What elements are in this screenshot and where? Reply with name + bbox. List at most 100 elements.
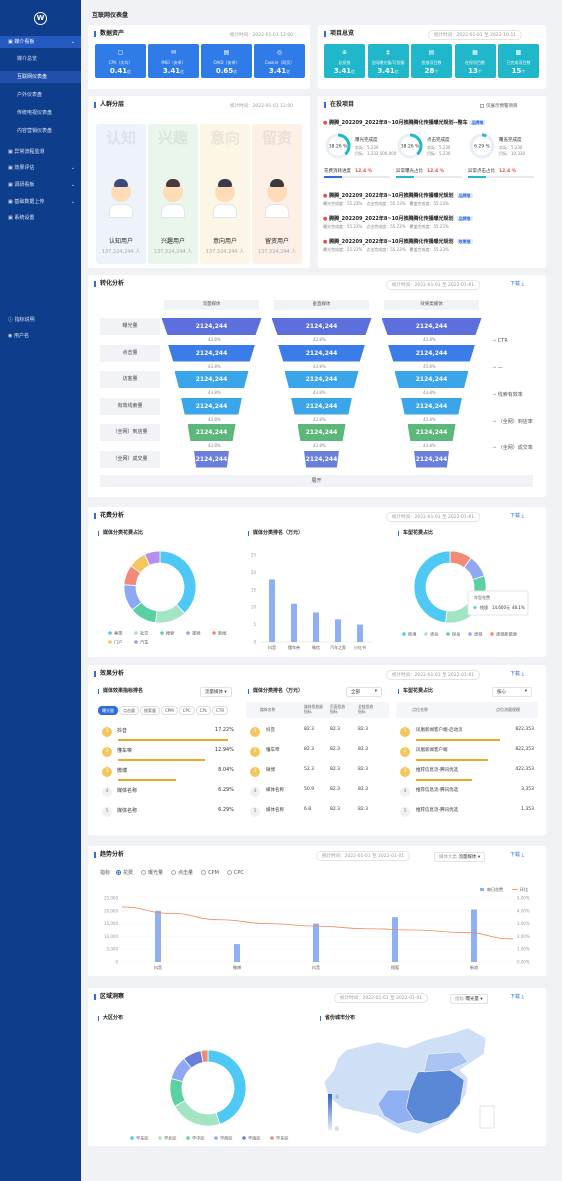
table-row[interactable]: 5 推荐信息流-腾讯优选 1,353 [400,807,534,817]
region-date[interactable]: 统计时间：2022-01-01 至 2022-01-01 [334,993,429,1003]
crowd-group-card[interactable]: 留资 留资用户 137,324,244 人 [252,124,302,264]
sidebar-item-3[interactable]: 户外仪表盘 [0,89,81,101]
tab-metric[interactable]: 搜索量 [140,706,160,715]
project-kpi[interactable]: ⊕ 总投放 3.41亿 [324,44,365,78]
bar[interactable] [357,624,363,642]
table-row[interactable]: 2 凤凰新闻客户端 822,353 [400,747,534,761]
sidebar-item-8[interactable]: ▣ 调研看板 ⌄ [0,179,81,191]
tab-metric[interactable]: CPC [178,706,195,715]
funnel-segment[interactable]: 2124,244 [401,397,462,415]
funnel-segment[interactable]: 2124,244 [181,397,242,415]
sidebar-item-4[interactable]: 传统电视仪表盘 [0,107,81,119]
tab-metric[interactable]: CTR [212,706,229,715]
table-row[interactable]: 1 凤凰新闻客户端-启动页 822,353 [400,727,534,741]
effect-download[interactable]: 下载 ⤓ [510,670,524,677]
spend-pie1-slice[interactable] [159,550,197,614]
table-row[interactable]: 1 抖音 82.3 82.3 82.3 [250,727,382,737]
sidebar-item-5[interactable]: 内容营销仪表盘 [0,125,81,137]
crowd-group-card[interactable]: 意向 意向用户 137,324,244 人 [200,124,250,264]
sidebar-item-1[interactable]: 媒介总览 [0,53,81,65]
sidebar-user[interactable]: ◉ 用户名 [0,330,81,342]
funnel-download[interactable]: 下载 ⤓ [510,280,524,287]
active-project-item[interactable]: ● 腾腾_202209_2022年8~10月推腾腾化传播曝光规划 效果推 曝光完成度… [323,238,541,253]
project-kpi[interactable]: ▦ 在投项目数 13个 [454,44,496,78]
table-row[interactable]: 2 懂车帝 82.3 82.3 82.3 [250,747,382,757]
funnel-segment[interactable]: 2124,244 [394,371,469,388]
region-download[interactable]: 下载 ⤓ [510,993,524,1000]
asset-kpi[interactable]: ◎ Cookie（网页） 3.41亿 [254,44,305,78]
funnel-segment[interactable]: 2124,244 [414,450,449,468]
vw-logo[interactable]: W [34,12,47,25]
sidebar-item-10[interactable]: ▣ 系统设置 [0,212,81,224]
effect-date[interactable]: 统计时间：2022-01-01 至 2022-01-01 [386,670,481,680]
funnel-segment[interactable]: 2124,244 [381,318,482,335]
table-row[interactable]: 1 抖音 17.22% [102,727,234,741]
bar[interactable] [291,603,297,642]
funnel-segment[interactable]: 2124,244 [297,424,346,441]
bar[interactable] [269,579,275,642]
table-row[interactable]: 3 微博 52.3 82.3 82.3 [250,767,382,777]
sidebar-item-2[interactable]: 互联网仪表盘 [0,71,81,83]
tab-metric[interactable]: 曝光量 [98,706,118,715]
bar[interactable] [471,909,477,962]
sidebar-item-9[interactable]: ▣ 基础数据上传 ⌄ [0,196,81,208]
sidebar-item-7[interactable]: ▣ 效果评估 ⌄ [0,162,81,174]
bar[interactable] [234,944,240,962]
bar[interactable] [313,923,319,962]
warn-checkbox[interactable]: 仅展示预警项目 [480,103,518,109]
funnel-segment[interactable]: 2124,244 [304,450,339,468]
table-row[interactable]: 5 媒体名称 6.29% [102,807,234,817]
project-kpi[interactable]: ⧗ 全网曝光量/可视量 3.41亿 [367,44,409,78]
funnel-expand[interactable]: 展开 [100,475,533,487]
project-kpi[interactable]: ▤ 投放项目数 28个 [411,44,452,78]
funnel-segment[interactable]: 2124,244 [174,371,249,388]
tab-metric[interactable]: CPM [161,706,178,715]
trend-date[interactable]: 统计时间：2022-01-01 至 2022-01-01 [316,851,411,861]
asset-kpi[interactable]: ▢ CPA（次均） 0.41亿 [95,44,146,78]
effect-c-select[interactable]: 核心 ▾ [492,687,532,697]
table-row[interactable]: 3 微博 8.04% [102,767,234,781]
funnel-segment[interactable]: 2124,244 [284,371,359,388]
crowd-group-card[interactable]: 兴趣 兴趣用户 137,324,244 人 [148,124,198,264]
sidebar-item-6[interactable]: ▣ 异常流程监测 [0,146,81,158]
region-pie-slice[interactable] [169,1078,186,1107]
active-main-name[interactable]: ● 腾腾_202209_2022年8~10月推腾腾化传播曝光规划--整车 品牌推 [323,119,486,126]
spend-pie2-slice[interactable] [413,550,451,624]
funnel-segment[interactable]: 2124,244 [187,424,236,441]
table-row[interactable]: 4 媒体名称 6.29% [102,787,234,797]
funnel-segment[interactable]: 2124,244 [407,424,456,441]
effect-b-select[interactable]: 全部 ▾ [346,687,382,697]
bar[interactable] [313,612,319,642]
sidebar-item-0[interactable]: ▣ 媒介看板 ⌄ [0,36,81,48]
asset-kpi[interactable]: ✉ IMEI（安卓） 3.41亿 [148,44,199,78]
crowd-group-card[interactable]: 认知 认知用户 137,324,244 人 [96,124,146,264]
effect-a-select[interactable]: 流量媒体 ▾ [200,687,232,697]
table-row[interactable]: 3 推荐信息流-腾讯优选 422,353 [400,767,534,781]
projects-date[interactable]: 统计时间：2022-01-01 至 2022-10-11 [428,30,523,40]
table-row[interactable]: 2 懂车帝 12.94% [102,747,234,761]
trend-dim-select[interactable]: 媒体大类 流量媒体 ▾ [434,852,486,862]
bar[interactable] [392,917,398,962]
tab-metric[interactable]: 点击量 [119,706,139,715]
funnel-segment[interactable]: 2124,244 [291,397,352,415]
tab-metric[interactable]: CPL [195,706,212,715]
funnel-segment[interactable]: 2124,244 [278,344,365,362]
trend-download[interactable]: 下载 ⤓ [510,851,524,858]
funnel-segment[interactable]: 2124,244 [194,450,229,468]
asset-kpi[interactable]: ▤ OAID（安卓） 0.65亿 [201,44,252,78]
table-row[interactable]: 4 推荐信息流-腾讯优选 3,353 [400,787,534,797]
sidebar-help[interactable]: ⓘ 指标说明 [0,314,81,326]
active-project-item[interactable]: ● 腾腾_202209_2022年8~10月推腾腾化传播曝光规划 品牌推 曝光完成度… [323,192,541,207]
bar[interactable] [155,910,161,962]
region-metric-select[interactable]: 指标 曝光量 ▾ [450,994,488,1004]
spend-download[interactable]: 下载 ⤓ [510,512,524,519]
funnel-segment[interactable]: 2124,244 [168,344,255,362]
region-pie-slice[interactable] [174,1099,221,1127]
spend-date[interactable]: 统计时间：2022-01-01 至 2022-01-01 [386,512,481,522]
project-kpi[interactable]: ▩ 已完成项目数 15个 [498,44,539,78]
funnel-segment[interactable]: 2124,244 [388,344,475,362]
table-row[interactable]: 5 媒体名称 6.8 82.3 82.3 [250,807,382,817]
table-row[interactable]: 4 媒体名称 50.9 82.3 82.3 [250,787,382,797]
funnel-segment[interactable]: 2124,244 [161,318,262,335]
funnel-date[interactable]: 统计时间：2022-01-01 至 2022-01-01 [386,280,481,290]
